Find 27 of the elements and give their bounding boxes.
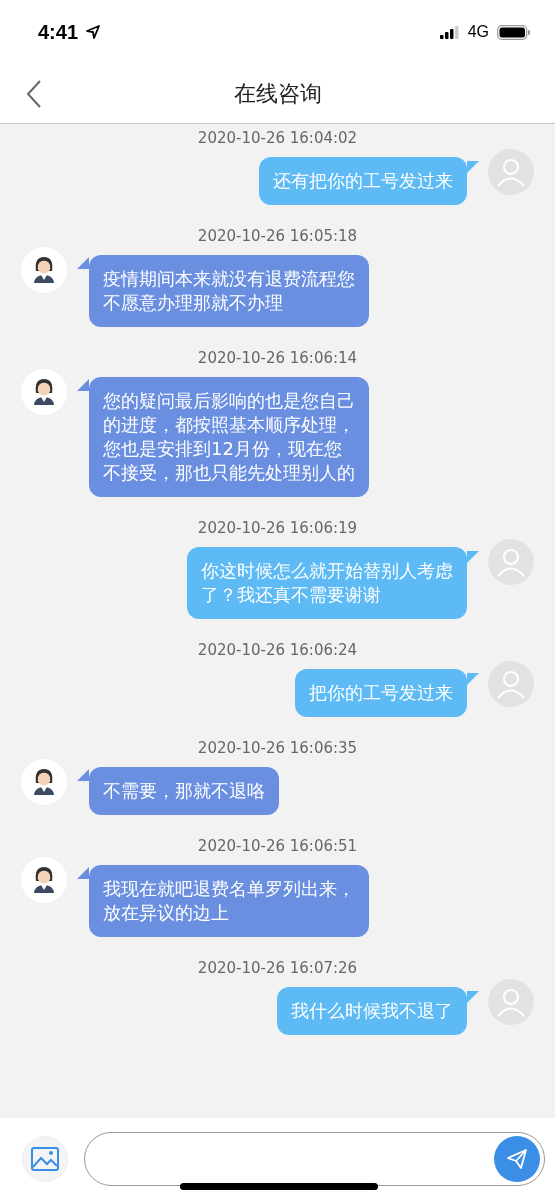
agent-avatar-icon bbox=[21, 759, 67, 805]
agent-avatar-icon bbox=[21, 247, 67, 293]
status-time: 4:41 bbox=[38, 20, 79, 44]
agent-avatar-icon bbox=[21, 857, 67, 903]
user-avatar-icon bbox=[488, 979, 534, 1025]
user-avatar-icon bbox=[488, 661, 534, 707]
message-timestamp: 2020-10-26 16:06:19 bbox=[197, 519, 358, 537]
message-timestamp: 2020-10-26 16:05:18 bbox=[197, 227, 358, 245]
message-timestamp: 2020-10-26 16:06:24 bbox=[197, 641, 358, 659]
message-timestamp: 2020-10-26 16:06:14 bbox=[197, 349, 358, 367]
image-button[interactable] bbox=[22, 1136, 68, 1182]
agent-avatar-icon bbox=[21, 369, 67, 415]
message-timestamp: 2020-10-26 16:07:26 bbox=[197, 959, 358, 977]
paper-plane-icon bbox=[506, 1148, 528, 1170]
network-type: 4G bbox=[467, 23, 489, 41]
message-timestamp: 2020-10-26 16:04:02 bbox=[197, 129, 358, 147]
signal-icon bbox=[439, 25, 460, 39]
send-button[interactable] bbox=[494, 1136, 540, 1182]
location-arrow-icon bbox=[86, 25, 101, 39]
user-avatar-icon bbox=[488, 149, 534, 195]
image-icon bbox=[31, 1147, 59, 1171]
user-avatar-icon bbox=[488, 539, 534, 585]
message-timestamp: 2020-10-26 16:06:51 bbox=[197, 837, 358, 855]
message-timestamp: 2020-10-26 16:06:35 bbox=[197, 739, 358, 757]
back-button[interactable] bbox=[26, 80, 42, 108]
page-title: 在线咨询 bbox=[233, 79, 322, 108]
battery-icon bbox=[497, 24, 531, 40]
